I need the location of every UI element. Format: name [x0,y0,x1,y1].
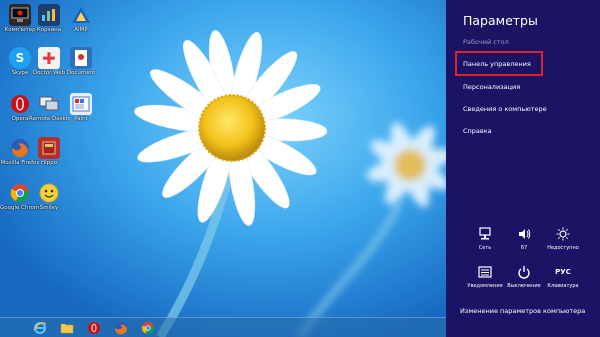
quick-setting-label: Клавиатура [547,283,579,289]
opera-icon [9,93,31,115]
desktop[interactable]: Комп'ютер S Skype Opera Mozilla Firefox … [0,0,446,337]
brightness-icon [556,227,570,241]
quick-setting-brightness[interactable]: Недоступно [543,226,583,258]
internet-explorer-icon [33,322,47,334]
settings-panel: Параметры Рабочий стол Панель управления… [446,0,600,337]
desktop-icon-label: AIMP [74,27,88,33]
desktop-icon-paint[interactable]: Paint [63,93,99,135]
quick-setting-label: Выключение [507,283,541,289]
quick-setting-keyboard[interactable]: РУС Клавиатура [543,264,583,296]
network-icon [479,227,491,240]
firefox-icon [9,137,31,159]
settings-title: Параметры [463,13,538,28]
desktop-icon-smiley[interactable]: Smiley [31,182,67,224]
paint-icon [70,93,92,115]
quick-setting-label: Сеть [478,245,492,251]
chrome-icon [141,322,155,335]
taskbar-item-chrome[interactable] [135,320,161,336]
document-icon [70,47,92,69]
change-pc-settings-link[interactable]: Изменение параметров компьютера [460,307,585,315]
computer-icon [9,4,31,26]
power-icon [518,266,530,279]
volume-icon [519,229,531,239]
taskbar-item-firefox[interactable] [108,320,134,336]
menu-item-pc-info[interactable]: Сведения о компьютере [463,105,547,113]
quick-setting-network[interactable]: Сеть [465,226,505,258]
quick-setting-power[interactable]: Выключение [504,264,544,296]
taskbar-item-opera[interactable] [81,320,107,336]
desktop-icon-document[interactable]: Document [63,47,99,89]
opera-icon [88,322,100,334]
antivirus-icon: ✚ [38,47,60,69]
settings-subtitle: Рабочий стол [463,38,509,46]
desktop-icon-label: Paint [74,116,88,122]
quick-setting-notifications[interactable]: Уведомления [465,264,505,296]
quick-setting-volume[interactable]: 67 [504,226,544,258]
smiley-icon [38,182,60,204]
notifications-icon [478,266,492,278]
menu-item-personalization[interactable]: Персонализация [463,83,520,91]
aimp-icon [70,4,92,26]
quick-setting-label: Недоступно [547,245,579,251]
desktop-icon-label: Document [66,70,96,76]
quick-setting-label: 67 [520,245,528,251]
chrome-icon [9,182,31,204]
desktop-icon-book[interactable]: Hippo [31,137,67,179]
remote-desktop-icon [38,93,60,115]
taskbar-item-internet-explorer[interactable] [27,320,53,336]
keyboard-icon: РУС [555,268,571,276]
skype-icon: S [9,47,31,69]
desktop-icon-label: Hippo [40,160,57,166]
taskbar [0,317,446,337]
file-explorer-icon [60,323,74,334]
firefox-icon [114,322,127,335]
quick-setting-label: Уведомления [467,283,503,289]
menu-item-help[interactable]: Справка [463,127,492,135]
desktop-icon-label: Smiley [39,205,59,211]
book-icon [38,137,60,159]
chart-app-icon [38,4,60,26]
taskbar-item-file-explorer[interactable] [54,320,80,336]
menu-item-control-panel[interactable]: Панель управления [455,51,543,76]
desktop-icon-remote[interactable]: Remote Desktop [29,93,69,135]
desktop-icon-aimp[interactable]: AIMP [63,4,99,46]
menu-item-label: Панель управления [463,59,531,68]
desktop-icon-doctorweb[interactable]: ✚ Doctor Web [31,47,67,89]
desktop-icon-recycle[interactable]: Корзина [31,4,67,46]
